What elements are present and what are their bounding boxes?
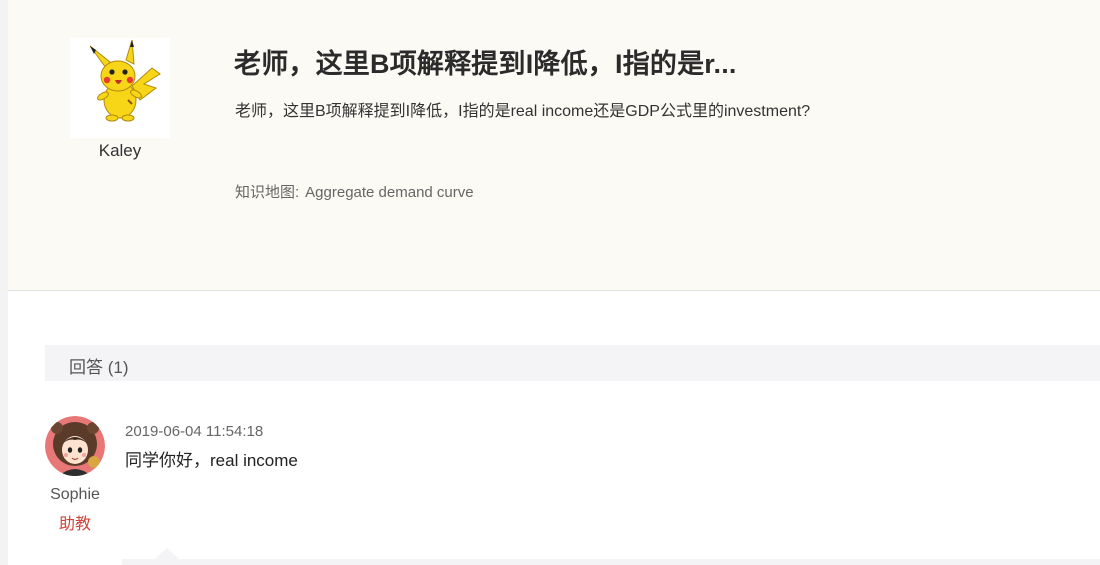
question-body: 老师，这里B项解释提到I降低，I指的是real income还是GDP公式里的i… xyxy=(235,103,811,120)
question-panel: Kaley 老师，这里B项解释提到I降低，I指的是r... 老师，这里B项解释提… xyxy=(8,0,1100,291)
comment-box-top xyxy=(122,559,1100,565)
answers-header-bar: 回答 (1) xyxy=(45,345,1100,381)
knowledge-map: 知识地图: Aggregate demand curve xyxy=(235,181,474,202)
asker-avatar[interactable] xyxy=(70,38,170,138)
answerer-avatar[interactable] xyxy=(45,416,105,476)
cartoon-girl-avatar-icon xyxy=(45,416,105,476)
comment-box-notch xyxy=(155,548,179,559)
pikachu-avatar-icon xyxy=(89,39,161,122)
question-title: 老师，这里B项解释提到I降低，I指的是r... xyxy=(234,49,737,79)
answerer-name[interactable]: Sophie xyxy=(40,486,110,504)
answer-text: 同学你好，real income xyxy=(125,451,298,470)
answerer-role-badge: 助教 xyxy=(58,516,91,533)
knowledge-map-link[interactable]: Aggregate demand curve xyxy=(305,184,473,201)
knowledge-map-label: 知识地图: xyxy=(235,184,300,201)
answer-timestamp: 2019-06-04 11:54:18 xyxy=(125,423,264,440)
left-edge-strip xyxy=(0,0,8,565)
answers-count-label: 回答 (1) xyxy=(69,358,129,377)
asker-name[interactable]: Kaley xyxy=(70,141,170,161)
